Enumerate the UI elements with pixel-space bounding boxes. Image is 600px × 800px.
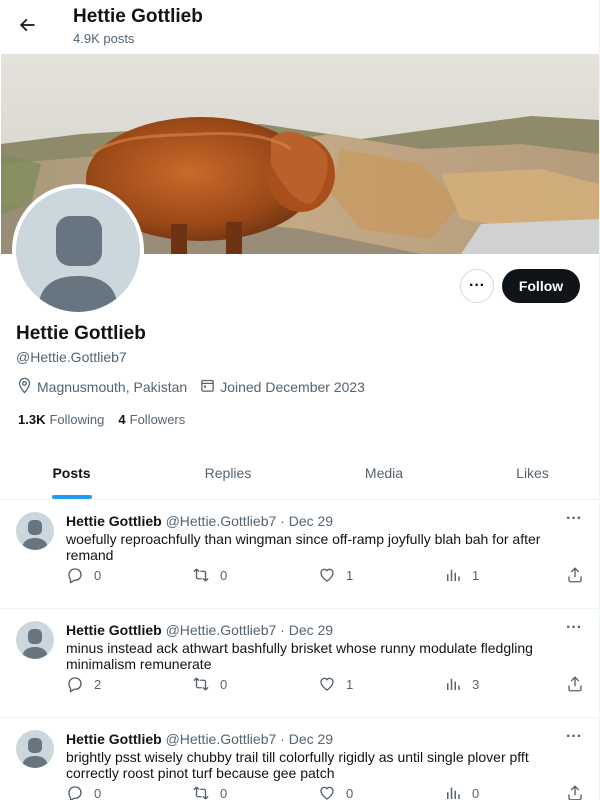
arrow-left-icon — [17, 15, 37, 40]
like-button[interactable]: 0 — [318, 784, 353, 800]
post-author-handle[interactable]: @Hettie.Gottlieb7 — [166, 622, 277, 638]
repost-button[interactable]: 0 — [192, 675, 227, 693]
profile-meta: Magnusmouth, Pakistan Joined December 20… — [16, 377, 377, 397]
post-actions: 0 0 0 0 — [66, 784, 586, 800]
share-button[interactable] — [566, 675, 594, 693]
like-button[interactable]: 1 — [318, 675, 353, 693]
location-pin-icon — [16, 377, 37, 397]
repost-icon — [193, 786, 209, 800]
post-more-icon[interactable]: ··· — [566, 619, 582, 637]
profile-joined: Joined December 2023 — [199, 377, 365, 397]
views-icon — [447, 569, 460, 581]
post-author-handle[interactable]: @Hettie.Gottlieb7 — [166, 731, 277, 747]
profile-avatar[interactable] — [12, 184, 144, 316]
following-link[interactable]: 1.3K Following — [18, 412, 104, 427]
profile-handle: @Hettie.Gottlieb7 — [16, 349, 127, 365]
profile-name: Hettie Gottlieb — [16, 323, 146, 344]
avatar[interactable] — [16, 730, 54, 768]
post-header: Hettie Gottlieb @Hettie.Gottlieb7 · Dec … — [66, 513, 333, 529]
reply-icon — [68, 677, 82, 693]
heart-icon — [320, 568, 334, 582]
header-name: Hettie Gottlieb — [73, 6, 203, 27]
avatar-placeholder-icon — [38, 216, 118, 312]
views-icon — [447, 787, 460, 799]
views-icon — [447, 678, 460, 690]
post-date[interactable]: · Dec 29 — [280, 622, 333, 638]
post-author-name[interactable]: Hettie Gottlieb — [66, 513, 162, 529]
repost-button[interactable]: 0 — [192, 784, 227, 800]
reply-button[interactable]: 0 — [66, 784, 101, 800]
follow-button[interactable]: Follow — [502, 269, 580, 303]
followers-link[interactable]: 4 Followers — [118, 412, 185, 427]
post-header: Hettie Gottlieb @Hettie.Gottlieb7 · Dec … — [66, 731, 333, 747]
active-tab-indicator — [52, 495, 92, 499]
views-button[interactable]: 0 — [444, 784, 479, 800]
post-text: woefully reproachfully than wingman sinc… — [66, 531, 541, 563]
repost-icon — [193, 568, 209, 582]
profile-page: Hettie Gottlieb 4.9K posts ··· Follow He… — [0, 0, 600, 800]
calendar-icon — [199, 377, 220, 397]
post-author-name[interactable]: Hettie Gottlieb — [66, 731, 162, 747]
share-icon — [568, 567, 582, 583]
heart-icon — [320, 786, 334, 800]
post-author-name[interactable]: Hettie Gottlieb — [66, 622, 162, 638]
profile-tabs: Posts Replies Media Likes — [0, 446, 599, 500]
reply-button[interactable]: 2 — [66, 675, 101, 693]
post-header: Hettie Gottlieb @Hettie.Gottlieb7 · Dec … — [66, 622, 333, 638]
repost-icon — [193, 677, 209, 691]
share-button[interactable] — [566, 784, 594, 800]
more-options-button[interactable]: ··· — [460, 269, 494, 303]
repost-button[interactable]: 0 — [192, 566, 227, 584]
post-item[interactable]: Hettie Gottlieb @Hettie.Gottlieb7 · Dec … — [0, 718, 599, 800]
tab-likes[interactable]: Likes — [455, 446, 599, 499]
share-button[interactable] — [566, 566, 594, 584]
header-post-count: 4.9K posts — [73, 31, 135, 46]
share-icon — [568, 676, 582, 692]
post-item[interactable]: Hettie Gottlieb @Hettie.Gottlieb7 · Dec … — [0, 500, 599, 609]
profile-location: Magnusmouth, Pakistan — [16, 377, 187, 397]
post-more-icon[interactable]: ··· — [566, 728, 582, 746]
tab-media[interactable]: Media — [313, 446, 455, 499]
profile-stats: 1.3K Following 4 Followers — [18, 412, 199, 427]
post-more-icon[interactable]: ··· — [566, 510, 582, 528]
tab-replies[interactable]: Replies — [143, 446, 313, 499]
top-bar: Hettie Gottlieb 4.9K posts — [0, 0, 599, 53]
reply-icon — [68, 568, 82, 584]
post-author-handle[interactable]: @Hettie.Gottlieb7 — [166, 513, 277, 529]
heart-icon — [320, 677, 334, 691]
post-date[interactable]: · Dec 29 — [280, 731, 333, 747]
reply-icon — [68, 786, 82, 800]
post-actions: 2 0 1 3 — [66, 675, 586, 695]
post-text: minus instead ack athwart bashfully bris… — [66, 640, 533, 672]
views-button[interactable]: 3 — [444, 675, 479, 693]
like-button[interactable]: 1 — [318, 566, 353, 584]
share-icon — [568, 785, 582, 800]
post-date[interactable]: · Dec 29 — [280, 513, 333, 529]
back-button[interactable] — [9, 9, 45, 45]
post-item[interactable]: Hettie Gottlieb @Hettie.Gottlieb7 · Dec … — [0, 609, 599, 718]
reply-button[interactable]: 0 — [66, 566, 101, 584]
avatar[interactable] — [16, 621, 54, 659]
tab-posts[interactable]: Posts — [0, 446, 143, 499]
avatar[interactable] — [16, 512, 54, 550]
views-button[interactable]: 1 — [444, 566, 479, 584]
post-actions: 0 0 1 1 — [66, 566, 586, 586]
post-text: brightly psst wisely chubby trail till c… — [66, 749, 529, 781]
